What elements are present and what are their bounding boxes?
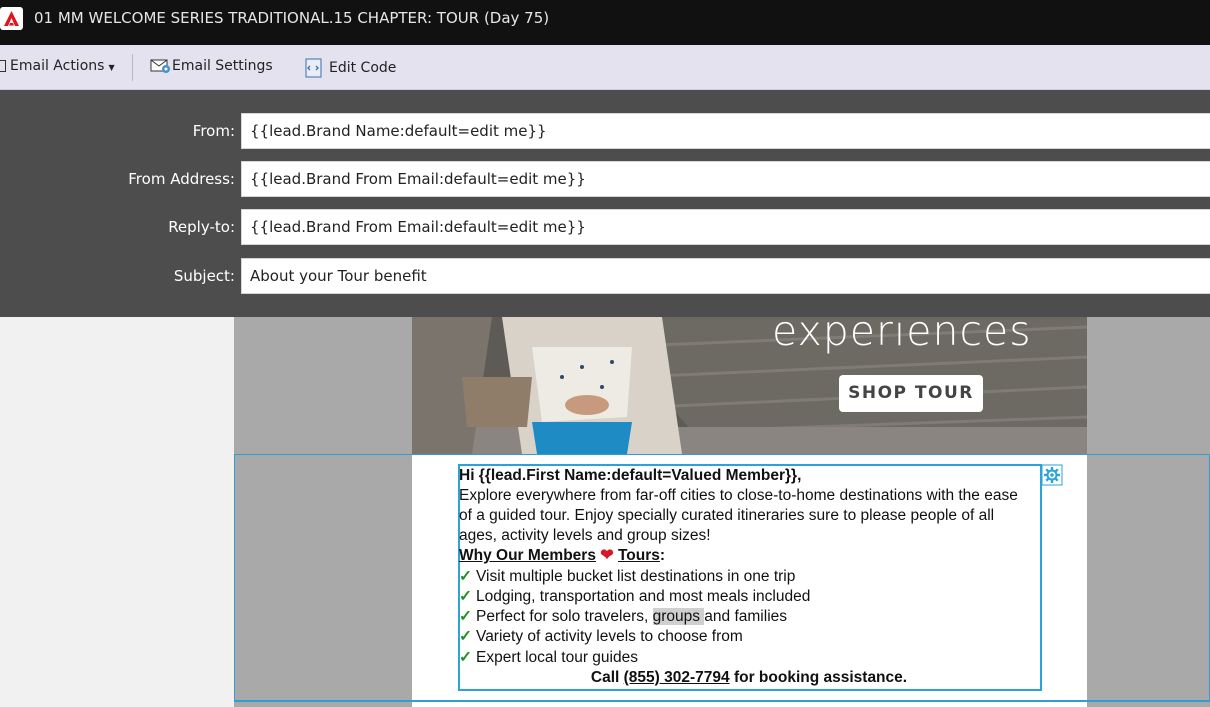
envelope-gear-icon	[150, 59, 170, 73]
why-colon: :	[659, 547, 666, 564]
module-divider	[234, 700, 1210, 702]
list-item: ✓ Variety of activity levels to choose fr…	[459, 627, 743, 647]
email-settings-button[interactable]: Email Settings	[150, 58, 273, 74]
hero-image[interactable]: experiences SHOP TOUR	[412, 317, 1087, 454]
from-address-row: From Address: {{lead.Brand From Email:de…	[0, 161, 1210, 197]
from-field[interactable]: {{lead.Brand Name:default=edit me}}	[241, 113, 1210, 149]
intro-line-3: ages, activity levels and group sizes!	[459, 527, 711, 544]
envelope-icon	[0, 60, 6, 72]
from-address-field[interactable]: {{lead.Brand From Email:default=edit me}…	[241, 161, 1210, 197]
email-actions-menu[interactable]: Email Actions ▼	[0, 58, 115, 74]
email-actions-label: Email Actions	[10, 58, 105, 74]
toolbar: Email Actions ▼ Email Settings Edit Code	[0, 45, 1210, 90]
bullet-2: Lodging, transportation and most meals i…	[476, 588, 811, 605]
code-file-icon	[305, 58, 322, 78]
check-icon: ✓	[459, 628, 472, 645]
check-icon: ✓	[459, 608, 472, 625]
hero-headline: experiences	[772, 317, 1032, 355]
subject-field[interactable]: About your Tour benefit	[241, 258, 1210, 294]
gear-icon[interactable]	[1041, 464, 1063, 486]
bullet-3-highlight: groups	[652, 608, 705, 625]
check-icon: ✓	[459, 588, 472, 605]
call-suffix: for booking assistance.	[729, 669, 908, 686]
why-prefix: Why Our Members	[459, 547, 596, 564]
why-heading: Why Our Members ❤ Tours:	[459, 546, 665, 566]
caret-down-icon: ▼	[108, 62, 115, 72]
toolbar-separator	[132, 54, 133, 81]
subject-label: Subject:	[173, 267, 235, 285]
from-label: From:	[192, 122, 235, 140]
why-suffix: Tours	[617, 547, 660, 564]
list-item: ✓ Expert local tour guides	[459, 648, 638, 668]
shop-tour-button[interactable]: SHOP TOUR	[839, 375, 983, 412]
check-icon: ✓	[459, 568, 472, 585]
check-icon: ✓	[459, 649, 472, 666]
call-line: Call (855) 302-7794 for booking assistan…	[459, 668, 1039, 688]
list-item: ✓ Visit multiple bucket list destinations…	[459, 567, 795, 587]
reply-to-label: Reply-to:	[168, 218, 235, 236]
phone-link[interactable]: (855) 302-7794	[624, 669, 730, 686]
bullet-3b: and families	[704, 608, 788, 625]
intro-line-1: Explore everywhere from far-off cities t…	[459, 487, 1018, 504]
from-address-label: From Address:	[128, 170, 235, 188]
window-title: 01 MM WELCOME SERIES TRADITIONAL.15 CHAP…	[34, 9, 550, 27]
bullet-3a: Perfect for solo travelers,	[476, 608, 653, 625]
from-row: From: {{lead.Brand Name:default=edit me}…	[0, 113, 1210, 149]
email-header-panel: From: {{lead.Brand Name:default=edit me}…	[0, 90, 1210, 317]
reply-to-field[interactable]: {{lead.Brand From Email:default=edit me}…	[241, 209, 1210, 245]
bullet-5: Expert local tour guides	[476, 649, 638, 666]
adobe-icon	[0, 7, 23, 30]
canvas-margin	[0, 317, 234, 707]
list-item: ✓ Lodging, transportation and most meals …	[459, 587, 810, 607]
subject-row: Subject: About your Tour benefit	[0, 258, 1210, 294]
email-settings-label: Email Settings	[172, 58, 273, 74]
bullet-1: Visit multiple bucket list destinations …	[476, 568, 796, 585]
title-bar: 01 MM WELCOME SERIES TRADITIONAL.15 CHAP…	[0, 0, 1210, 45]
greeting: Hi {{lead.First Name:default=Valued Memb…	[459, 467, 802, 484]
list-item: ✓ Perfect for solo travelers, groups and …	[459, 607, 787, 627]
heart-icon: ❤	[600, 547, 614, 564]
call-prefix: Call	[590, 669, 624, 686]
reply-to-row: Reply-to: {{lead.Brand From Email:defaul…	[0, 209, 1210, 245]
intro-line-2: of a guided tour. Enjoy specially curate…	[459, 507, 995, 524]
edit-code-label: Edit Code	[329, 60, 397, 76]
bullet-4: Variety of activity levels to choose fro…	[476, 628, 743, 645]
edit-code-button[interactable]: Edit Code	[305, 58, 396, 78]
